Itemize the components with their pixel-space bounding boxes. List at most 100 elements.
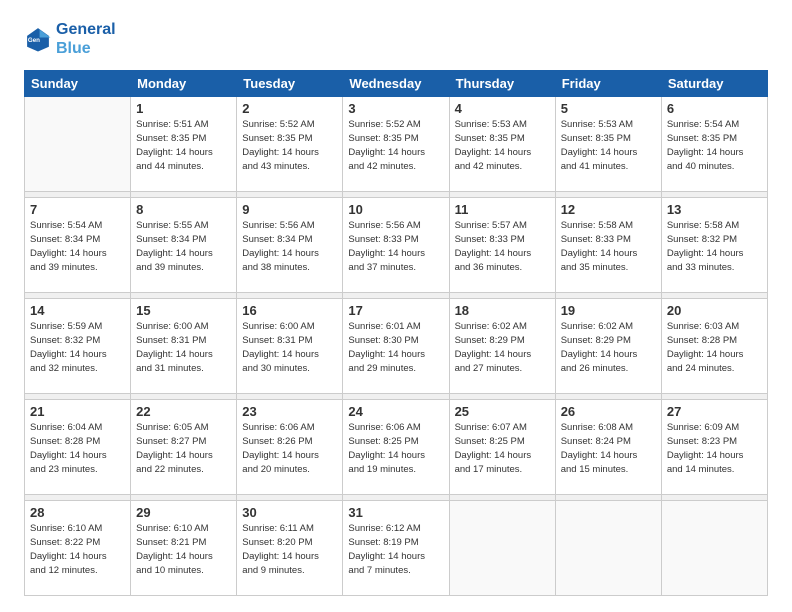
day-info: Sunrise: 6:08 AM Sunset: 8:24 PM Dayligh… — [561, 421, 656, 476]
day-info: Sunrise: 5:54 AM Sunset: 8:35 PM Dayligh… — [667, 118, 762, 173]
day-number: 5 — [561, 101, 656, 116]
day-info: Sunrise: 6:11 AM Sunset: 8:20 PM Dayligh… — [242, 522, 337, 577]
calendar-cell: 12 Sunrise: 5:58 AM Sunset: 8:33 PM Dayli… — [555, 198, 661, 293]
calendar-cell — [25, 97, 131, 192]
day-number: 3 — [348, 101, 443, 116]
day-number: 11 — [455, 202, 550, 217]
calendar-cell: 2Sunrise: 5:52 AM Sunset: 8:35 PM Daylig… — [237, 97, 343, 192]
calendar-week-row: 1 Sunrise: 5:51 AM Sunset: 8:35 PM Daylig… — [25, 97, 768, 192]
day-info: Sunrise: 6:02 AM Sunset: 8:29 PM Dayligh… — [455, 320, 550, 375]
day-number: 6 — [667, 101, 762, 116]
calendar-cell: 4 Sunrise: 5:53 AM Sunset: 8:35 PM Daylig… — [449, 97, 555, 192]
day-number: 23 — [242, 404, 337, 419]
day-number: 25 — [455, 404, 550, 419]
calendar-week-row: 28 Sunrise: 6:10 AM Sunset: 8:22 PM Dayli… — [25, 501, 768, 596]
calendar-table: SundayMondayTuesdayWednesdayThursdayFrid… — [24, 70, 768, 596]
calendar-cell: 6 Sunrise: 5:54 AM Sunset: 8:35 PM Daylig… — [661, 97, 767, 192]
calendar-week-row: 21 Sunrise: 6:04 AM Sunset: 8:28 PM Dayli… — [25, 400, 768, 495]
calendar-cell: 21 Sunrise: 6:04 AM Sunset: 8:28 PM Dayli… — [25, 400, 131, 495]
weekday-header: Wednesday — [343, 71, 449, 97]
calendar-cell: 3Sunrise: 5:52 AM Sunset: 8:35 PM Daylig… — [343, 97, 449, 192]
calendar-cell: 22 Sunrise: 6:05 AM Sunset: 8:27 PM Dayli… — [131, 400, 237, 495]
day-number: 24 — [348, 404, 443, 419]
day-number: 19 — [561, 303, 656, 318]
calendar-cell: 8 Sunrise: 5:55 AM Sunset: 8:34 PM Daylig… — [131, 198, 237, 293]
day-number: 16 — [242, 303, 337, 318]
svg-text:Gen: Gen — [28, 37, 40, 44]
day-info: Sunrise: 6:10 AM Sunset: 8:21 PM Dayligh… — [136, 522, 231, 577]
day-number: 12 — [561, 202, 656, 217]
weekday-header: Monday — [131, 71, 237, 97]
calendar-cell — [449, 501, 555, 596]
day-info: Sunrise: 5:51 AM Sunset: 8:35 PM Dayligh… — [136, 118, 231, 173]
day-info: Sunrise: 5:56 AM Sunset: 8:34 PM Dayligh… — [242, 219, 337, 274]
calendar-cell: 27Sunrise: 6:09 AM Sunset: 8:23 PM Dayli… — [661, 400, 767, 495]
day-info: Sunrise: 5:58 AM Sunset: 8:33 PM Dayligh… — [561, 219, 656, 274]
day-info: Sunrise: 6:06 AM Sunset: 8:25 PM Dayligh… — [348, 421, 443, 476]
calendar-cell — [555, 501, 661, 596]
day-number: 28 — [30, 505, 125, 520]
day-info: Sunrise: 6:01 AM Sunset: 8:30 PM Dayligh… — [348, 320, 443, 375]
day-number: 31 — [348, 505, 443, 520]
calendar-cell: 31 Sunrise: 6:12 AM Sunset: 8:19 PM Dayli… — [343, 501, 449, 596]
day-info: Sunrise: 6:07 AM Sunset: 8:25 PM Dayligh… — [455, 421, 550, 476]
day-number: 22 — [136, 404, 231, 419]
logo-text: General Blue — [56, 20, 116, 58]
calendar-cell: 18Sunrise: 6:02 AM Sunset: 8:29 PM Dayli… — [449, 299, 555, 394]
day-info: Sunrise: 6:06 AM Sunset: 8:26 PM Dayligh… — [242, 421, 337, 476]
day-info: Sunrise: 6:04 AM Sunset: 8:28 PM Dayligh… — [30, 421, 125, 476]
day-info: Sunrise: 6:09 AM Sunset: 8:23 PM Dayligh… — [667, 421, 762, 476]
day-number: 9 — [242, 202, 337, 217]
day-info: Sunrise: 6:00 AM Sunset: 8:31 PM Dayligh… — [242, 320, 337, 375]
calendar-cell: 29 Sunrise: 6:10 AM Sunset: 8:21 PM Dayli… — [131, 501, 237, 596]
day-info: Sunrise: 5:52 AM Sunset: 8:35 PM Dayligh… — [242, 118, 337, 173]
calendar-cell: 13Sunrise: 5:58 AM Sunset: 8:32 PM Dayli… — [661, 198, 767, 293]
day-info: Sunrise: 6:02 AM Sunset: 8:29 PM Dayligh… — [561, 320, 656, 375]
calendar-cell — [661, 501, 767, 596]
day-number: 15 — [136, 303, 231, 318]
day-number: 26 — [561, 404, 656, 419]
calendar-cell: 30 Sunrise: 6:11 AM Sunset: 8:20 PM Dayli… — [237, 501, 343, 596]
calendar-cell: 28 Sunrise: 6:10 AM Sunset: 8:22 PM Dayli… — [25, 501, 131, 596]
day-number: 29 — [136, 505, 231, 520]
day-number: 14 — [30, 303, 125, 318]
day-info: Sunrise: 5:59 AM Sunset: 8:32 PM Dayligh… — [30, 320, 125, 375]
calendar-cell: 7Sunrise: 5:54 AM Sunset: 8:34 PM Daylig… — [25, 198, 131, 293]
day-info: Sunrise: 5:55 AM Sunset: 8:34 PM Dayligh… — [136, 219, 231, 274]
page: Gen General Blue SundayMondayTuesdayWedn… — [0, 0, 792, 612]
weekday-header: Sunday — [25, 71, 131, 97]
calendar-cell: 25 Sunrise: 6:07 AM Sunset: 8:25 PM Dayli… — [449, 400, 555, 495]
calendar-cell: 26 Sunrise: 6:08 AM Sunset: 8:24 PM Dayli… — [555, 400, 661, 495]
calendar-cell: 16 Sunrise: 6:00 AM Sunset: 8:31 PM Dayli… — [237, 299, 343, 394]
day-number: 1 — [136, 101, 231, 116]
calendar-cell: 9 Sunrise: 5:56 AM Sunset: 8:34 PM Daylig… — [237, 198, 343, 293]
weekday-header: Thursday — [449, 71, 555, 97]
day-info: Sunrise: 6:10 AM Sunset: 8:22 PM Dayligh… — [30, 522, 125, 577]
day-info: Sunrise: 6:12 AM Sunset: 8:19 PM Dayligh… — [348, 522, 443, 577]
day-number: 20 — [667, 303, 762, 318]
day-info: Sunrise: 6:03 AM Sunset: 8:28 PM Dayligh… — [667, 320, 762, 375]
day-number: 30 — [242, 505, 337, 520]
day-number: 8 — [136, 202, 231, 217]
day-number: 10 — [348, 202, 443, 217]
calendar-week-row: 7Sunrise: 5:54 AM Sunset: 8:34 PM Daylig… — [25, 198, 768, 293]
header: Gen General Blue — [24, 20, 768, 58]
day-number: 21 — [30, 404, 125, 419]
day-info: Sunrise: 5:56 AM Sunset: 8:33 PM Dayligh… — [348, 219, 443, 274]
day-info: Sunrise: 6:05 AM Sunset: 8:27 PM Dayligh… — [136, 421, 231, 476]
calendar-cell: 24 Sunrise: 6:06 AM Sunset: 8:25 PM Dayli… — [343, 400, 449, 495]
weekday-header: Tuesday — [237, 71, 343, 97]
weekday-header: Saturday — [661, 71, 767, 97]
calendar-cell: 15Sunrise: 6:00 AM Sunset: 8:31 PM Dayli… — [131, 299, 237, 394]
calendar-cell: 17 Sunrise: 6:01 AM Sunset: 8:30 PM Dayli… — [343, 299, 449, 394]
calendar-cell: 19 Sunrise: 6:02 AM Sunset: 8:29 PM Dayli… — [555, 299, 661, 394]
day-number: 4 — [455, 101, 550, 116]
day-number: 17 — [348, 303, 443, 318]
day-info: Sunrise: 5:53 AM Sunset: 8:35 PM Dayligh… — [455, 118, 550, 173]
day-number: 13 — [667, 202, 762, 217]
day-info: Sunrise: 5:57 AM Sunset: 8:33 PM Dayligh… — [455, 219, 550, 274]
logo-icon: Gen — [24, 25, 52, 53]
calendar-week-row: 14 Sunrise: 5:59 AM Sunset: 8:32 PM Dayli… — [25, 299, 768, 394]
calendar-cell: 20 Sunrise: 6:03 AM Sunset: 8:28 PM Dayli… — [661, 299, 767, 394]
weekday-header-row: SundayMondayTuesdayWednesdayThursdayFrid… — [25, 71, 768, 97]
